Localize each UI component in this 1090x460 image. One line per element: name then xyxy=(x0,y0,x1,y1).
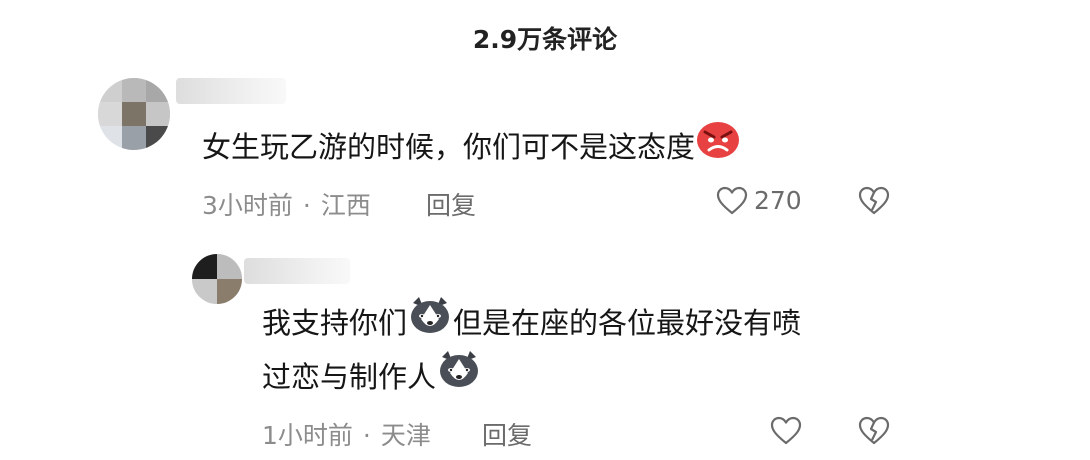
comment-time: 3小时前 xyxy=(202,191,293,220)
meta-separator: · xyxy=(302,191,311,220)
comment-body-part3: 过恋与制作人 xyxy=(262,360,437,394)
like-button[interactable] xyxy=(770,416,802,450)
comment-body: 女生玩乙游的时候，你们可不是这态度 xyxy=(202,130,696,164)
dislike-button[interactable] xyxy=(858,416,890,450)
broken-heart-icon xyxy=(858,186,890,220)
comment-location: 天津 xyxy=(380,421,431,450)
broken-heart-icon xyxy=(858,416,890,450)
comment-body-part1: 我支持你们 xyxy=(262,306,408,340)
husky-dog-face-icon xyxy=(407,295,453,350)
like-button[interactable] xyxy=(716,186,748,220)
comment-text-line2: 过恋与制作人 xyxy=(262,349,482,404)
like-count: 270 xyxy=(754,186,802,215)
comment-text: 女生玩乙游的时候，你们可不是这态度 xyxy=(202,119,741,174)
heart-icon xyxy=(770,416,802,450)
angry-face-icon xyxy=(695,119,741,174)
comment-location: 江西 xyxy=(320,191,371,220)
username-blurred[interactable] xyxy=(244,258,350,284)
username-blurred[interactable] xyxy=(176,78,286,104)
avatar[interactable] xyxy=(98,78,170,150)
meta-separator: · xyxy=(362,421,371,450)
comment-text-line1: 我支持你们 但是在座的各位最好没有喷 xyxy=(262,295,802,350)
comment-count-title: 2.9万条评论 xyxy=(472,25,618,54)
avatar[interactable] xyxy=(192,254,242,304)
reply-button[interactable]: 回复 xyxy=(482,416,532,452)
reply-button[interactable]: 回复 xyxy=(426,186,476,222)
comment-time: 1小时前 xyxy=(262,421,353,450)
comment-meta: 3小时前 · 江西 xyxy=(202,186,371,222)
comment-body-part2: 但是在座的各位最好没有喷 xyxy=(453,306,802,340)
husky-dog-face-icon xyxy=(436,349,482,404)
comment-meta: 1小时前 · 天津 xyxy=(262,416,431,452)
dislike-button[interactable] xyxy=(858,186,890,220)
heart-icon xyxy=(716,186,748,220)
